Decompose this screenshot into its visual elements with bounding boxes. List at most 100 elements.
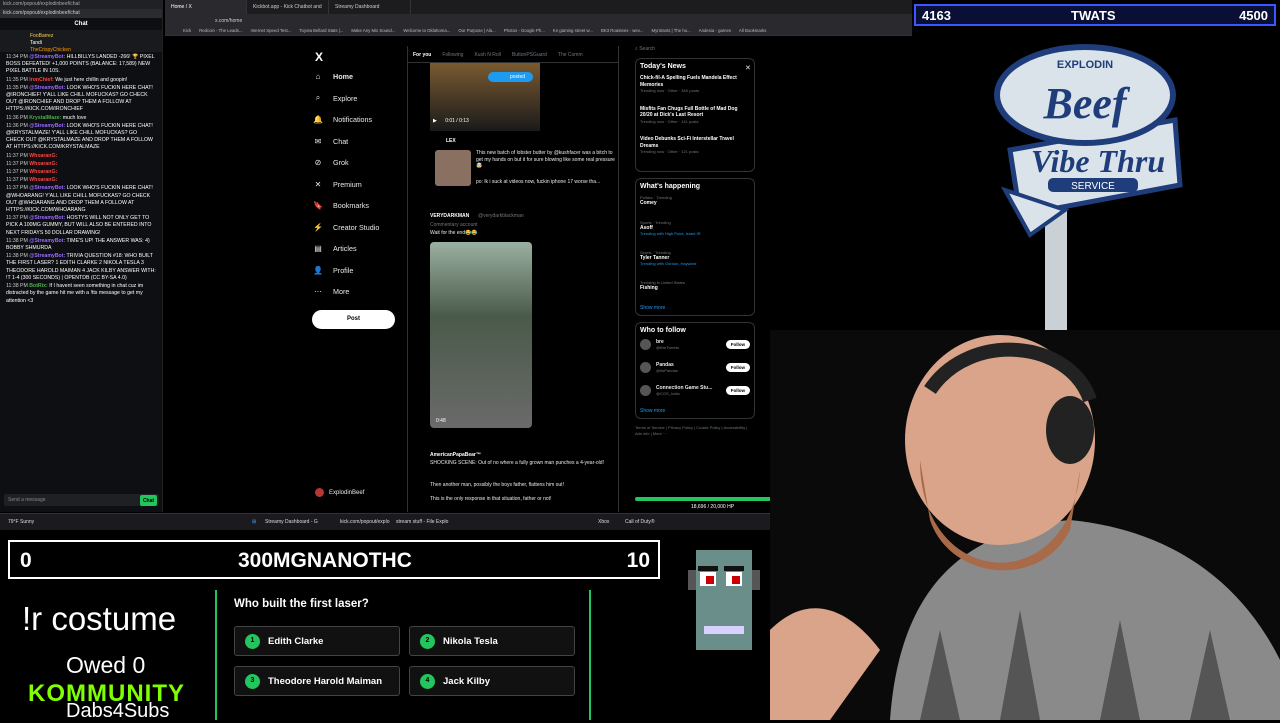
nav-item-profile[interactable]: 👤 Profile <box>312 260 402 282</box>
follow-suggestion[interactable]: Pandas @ItsPandas Follow <box>640 361 750 373</box>
nav-item-more[interactable]: ⋯ More <box>312 281 402 303</box>
bookmark-item[interactable]: Kn gaming street w... <box>553 28 593 34</box>
bookmark-item[interactable]: Toyota Bellard Stats |... <box>299 28 343 34</box>
chat-url-bar-secondary[interactable]: kick.com/popout/explodinbeef/chat <box>0 9 162 18</box>
message-user[interactable]: @StreamyBot: <box>29 215 65 221</box>
trend-item[interactable]: Trending in United States Fishing <box>640 280 750 291</box>
post-button[interactable]: Post <box>312 310 395 329</box>
tab-following[interactable]: Following <box>442 52 463 58</box>
message-user[interactable]: @StreamyBot: <box>29 253 65 259</box>
tab-button-psguard[interactable]: ButtonPSGuard <box>512 52 547 58</box>
bookmark-item[interactable]: Make Any Mix Sound... <box>351 28 395 34</box>
x-logo[interactable]: X <box>315 50 323 64</box>
show-more-link[interactable]: Show more <box>640 305 750 311</box>
trend-name: Comey <box>640 199 657 206</box>
trivia-panel: Who built the first laser? 1 Edith Clarke… <box>215 590 591 720</box>
follow-suggestion[interactable]: bre @BreTweets Follow <box>640 338 750 350</box>
message-user[interactable]: @StreamyBot: <box>29 238 65 244</box>
bookmark-item[interactable]: Photos - Google Ph... <box>504 28 545 34</box>
news-item[interactable]: Video Debunks Sci-Fi Interstellar Travel… <box>640 136 750 156</box>
kick-chat-window: kick.com/popout/explodinbeef/chat kick.c… <box>0 0 163 512</box>
nav-item-premium[interactable]: ✕ Premium <box>312 174 402 196</box>
trend-item[interactable]: Sports · Trending Tyler Tanner Trending wi… <box>640 250 750 266</box>
tweet-video[interactable] <box>430 242 532 428</box>
account-switcher[interactable]: ExplodinBeef <box>315 488 364 497</box>
chat-send-button[interactable]: Chat <box>140 495 157 506</box>
weather-widget[interactable]: 79°F Sunny <box>8 519 34 525</box>
start-icon[interactable]: ⊞ <box>252 519 256 525</box>
news-close-icon[interactable]: ✕ <box>745 64 751 72</box>
message-user[interactable]: WhoaranG: <box>29 177 57 183</box>
nav-item-notifications[interactable]: 🔔 Notifications <box>312 109 402 131</box>
news-item[interactable]: Chick-fil-A Spelling Fuels Mandela Effec… <box>640 75 750 95</box>
trend-item[interactable]: Sports · Trending Asoff Trending with High… <box>640 220 750 236</box>
taskbar-app[interactable]: kick.com/popout/explo <box>340 519 389 525</box>
tweet-author[interactable]: VERYDARKMAN <box>430 213 469 219</box>
tab-kickbot[interactable]: Kickbot.app - Kick Chatbot and <box>247 0 329 14</box>
tweet-image[interactable] <box>435 150 471 186</box>
nav-item-grok[interactable]: ⊘ Grok <box>312 152 402 174</box>
tab-streamy[interactable]: Streamy Dashboard <box>329 0 411 14</box>
news-headline: Chick-fil-A Spelling Fuels Mandela Effec… <box>640 75 737 88</box>
message-user[interactable]: BotRix: <box>29 283 47 289</box>
message-user[interactable]: KrystalMaze: <box>29 115 61 121</box>
search-input[interactable]: ⌕ Search <box>635 46 755 52</box>
search-placeholder: Search <box>639 46 656 52</box>
bookmark-item[interactable]: BK3 Roastees - wex... <box>601 28 644 34</box>
tab-the-comm[interactable]: The Comm <box>558 52 583 58</box>
chat-url-bar[interactable]: kick.com/popout/explodinbeef/chat <box>0 0 162 9</box>
who-to-follow-card: Who to follow bre @BreTweets Follow Pandas @… <box>635 321 755 419</box>
message-user[interactable]: @StreamyBot: <box>29 185 65 191</box>
bookmark-item[interactable]: Andesia - games <box>699 28 731 34</box>
message-user[interactable]: @StreamyBot: <box>29 123 65 129</box>
chat-input[interactable]: Send a message <box>4 494 159 506</box>
tweet-author[interactable]: AmericanPapaBear™ <box>430 452 481 458</box>
taskbar-app[interactable]: Call of Duty® <box>625 519 655 525</box>
nav-item-explore[interactable]: ⌕ Explore <box>312 88 402 110</box>
message-time: 11:36 PM <box>6 114 28 121</box>
bookmark-item[interactable]: Kick <box>183 28 191 34</box>
show-more-link[interactable]: Show more <box>640 408 750 414</box>
video-controls[interactable]: ▶ 0:01 / 0:13 <box>433 118 469 124</box>
trend-item[interactable]: Politics · Trending Comey <box>640 195 750 206</box>
follow-button[interactable]: Follow <box>725 385 750 395</box>
message-user[interactable]: @StreamyBot: <box>29 85 65 91</box>
nav-item-articles[interactable]: ▤ Articles <box>312 238 402 260</box>
tab-home-x[interactable]: Home / X <box>165 0 247 14</box>
follow-button[interactable]: Follow <box>725 339 750 349</box>
taskbar-app[interactable]: Streamy Dashboard - G <box>265 519 318 525</box>
logo-main-text: Beef <box>1042 79 1130 128</box>
message-user[interactable]: WhoaranG: <box>29 161 57 167</box>
browser-tabs: Home / X Kickbot.app - Kick Chatbot and … <box>165 0 912 14</box>
tab-kush-n-roll[interactable]: Kush N Roll <box>474 52 500 58</box>
message-user[interactable]: IronChief: <box>29 77 54 83</box>
bookmark-item[interactable]: Welcome to Oklahoma... <box>403 28 450 34</box>
chat-message: 11:34 PM @StreamyBot: HILLBILLYS LANDED … <box>6 54 156 76</box>
nav-item-home[interactable]: ⌂ Home <box>312 66 402 88</box>
follow-suggestion[interactable]: Connection Game Stu... @CGS_India Follow <box>640 384 750 396</box>
bookmark-item[interactable]: Our Purpose | Ala... <box>458 28 495 34</box>
taskbar-app[interactable]: stream stuff - File Explo <box>396 519 448 525</box>
nav-item-creator-studio[interactable]: ⚡ Creator Studio <box>312 217 402 239</box>
follow-handle: @BreTweets <box>656 344 679 350</box>
nav-item-chat[interactable]: ✉ Chat <box>312 131 402 153</box>
message-user[interactable]: WhoaranG: <box>29 169 57 175</box>
taskbar-app[interactable]: Xbox <box>598 519 609 525</box>
bookmark-item[interactable]: Myntrants | The ho... <box>652 28 691 34</box>
right-sidebar: ⌕ Search Today's News ✕ Chick-fil-A Spel… <box>635 46 755 437</box>
bookmark-item[interactable]: All Bookmarks <box>739 28 766 34</box>
message-user[interactable]: WhoaranG: <box>29 153 57 159</box>
nav-item-bookmarks[interactable]: 🔖 Bookmarks <box>312 195 402 217</box>
news-item[interactable]: Misfits Fan Chugs Full Bottle of Mad Dog… <box>640 106 750 126</box>
tweet-author[interactable]: LEX <box>446 138 456 144</box>
message-user[interactable]: @StreamyBot: <box>29 54 65 60</box>
follow-button[interactable]: Follow <box>725 362 750 372</box>
bookmark-item[interactable]: Redcoin - The Leads... <box>199 28 242 34</box>
address-bar[interactable]: x.com/home <box>165 14 912 27</box>
trend-name: Fishing <box>640 284 658 291</box>
message-time: 11:37 PM <box>6 152 28 159</box>
posted-pill[interactable]: posted <box>488 72 534 82</box>
tab-for-you[interactable]: For you <box>413 52 431 58</box>
x-nav: ⌂ Home ⌕ Explore 🔔 Notifications ✉ Chat ⊘ Grok ✕ Pr… <box>312 66 402 303</box>
bookmark-item[interactable]: Internet Speed Test... <box>251 28 292 34</box>
